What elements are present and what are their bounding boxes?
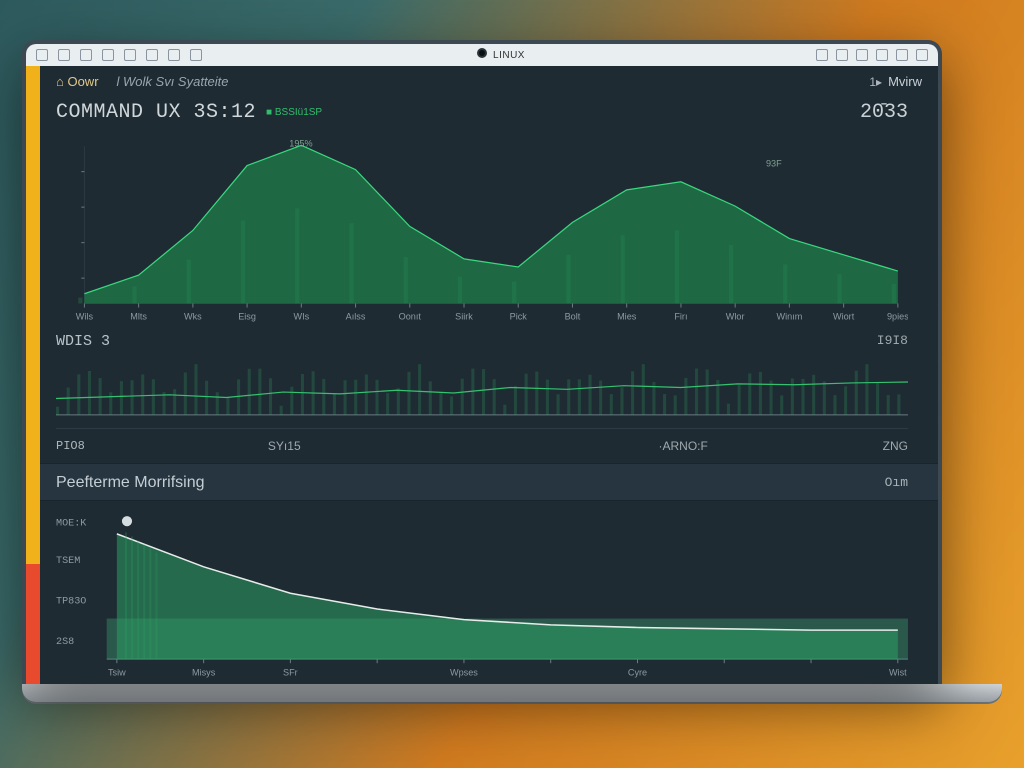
svg-text:Eisg: Eisg (238, 312, 256, 322)
svg-text:WIs: WIs (293, 312, 309, 322)
panel2: WDIS 3 I9I8 PIO8 SYı15 ·ARNO:F ZNG (26, 329, 938, 463)
panel1-status: ■ BSSIü1SP (266, 107, 322, 118)
bottom-header: Peefterme Morrifsing Oım (26, 463, 938, 501)
svg-text:SFr: SFr (283, 667, 298, 677)
bottom-left-label: MOE:K (56, 518, 87, 529)
svg-text:Wiort: Wiort (833, 312, 855, 322)
svg-text:Wils: Wils (76, 312, 94, 322)
menu-icon[interactable] (36, 49, 48, 61)
svg-text:Pick: Pick (510, 312, 528, 322)
panel1-title: COMMAND UX 3S:12 (56, 101, 256, 124)
grid-icon[interactable] (168, 49, 180, 61)
svg-text:Cyre: Cyre (628, 667, 647, 677)
svg-text:Siirk: Siirk (455, 312, 473, 322)
panel2-footer-mid2: ·ARNO:F (659, 439, 708, 453)
list-icon[interactable] (146, 49, 158, 61)
panel2-footer-left: PIO8 (56, 439, 85, 453)
svg-text:Misys: Misys (192, 667, 216, 677)
bottom-area (117, 534, 898, 659)
window-icon[interactable] (896, 49, 908, 61)
panel1-area (84, 145, 897, 303)
file-icon[interactable] (190, 49, 202, 61)
svg-text:Wpses: Wpses (450, 667, 478, 677)
panel1-chart: 195% 93F Wils Mlts Wks Eisg WIs Aılss Oonıt Sii… (26, 126, 938, 329)
bottom-legend-dot (122, 516, 132, 526)
panel2-footer-right: ZNG (883, 439, 908, 453)
bottom-svg: MOE:K TSEM TP83O 2S8 Tsiw Misys SFr Wpses Cyre… (56, 507, 908, 679)
svg-text:Bolt: Bolt (565, 312, 581, 322)
panel1-peak-label: 195% (289, 138, 312, 148)
bottom-yticks: TSEM TP83O 2S8 (56, 556, 86, 648)
svg-text:2S8: 2S8 (56, 637, 74, 648)
bottom-title: Peefterme Morrifsing (56, 474, 205, 492)
svg-text:Mies: Mies (617, 312, 637, 322)
panel2-footer-mid: SYı15 (268, 439, 301, 453)
svg-text:Wlor: Wlor (726, 312, 745, 322)
bottom-xticks: Tsiw Misys SFr Wpses Cyre Wist (108, 659, 907, 677)
panel1-value-label: 93F (766, 159, 782, 169)
arrow-icon[interactable] (102, 49, 114, 61)
code-icon[interactable] (80, 49, 92, 61)
home-breadcrumb[interactable]: ⌂ Oowr (56, 74, 99, 89)
panel2-svg (56, 352, 908, 423)
laptop-frame: LINUX ⌂ Oowr l Wolk Svı Syatteite 1▸ Mvi… (22, 40, 942, 684)
svg-text:Oonıt: Oonıt (399, 312, 422, 322)
gear-icon[interactable] (124, 49, 136, 61)
panel1-header: COMMAND UX 3S:12 ■ BSSIü1SP 20̄33 (26, 95, 938, 126)
panel2-title: WDIS 3 (56, 333, 110, 350)
laptop-base (22, 684, 1002, 702)
sync-icon[interactable] (856, 49, 868, 61)
panel2-right-value: I9I8 (877, 333, 908, 350)
panel1-svg: 195% 93F Wils Mlts Wks Eisg WIs Aılss Oonıt Sii… (56, 126, 908, 329)
app-topbar: ⌂ Oowr l Wolk Svı Syatteite 1▸ Mvirw (26, 66, 938, 95)
svg-text:Aılss: Aılss (346, 312, 366, 322)
panel1-xticks: Wils Mlts Wks Eisg WIs Aılss Oonıt Siirk Pick Bol… (76, 303, 908, 321)
svg-text:TP83O: TP83O (56, 596, 86, 607)
svg-text:9pies: 9pies (887, 312, 908, 322)
window-title: LINUX (212, 50, 806, 61)
svg-text:TSEM: TSEM (56, 556, 80, 567)
svg-text:Wist: Wist (889, 667, 907, 677)
svg-text:Mlts: Mlts (130, 312, 147, 322)
svg-text:Winım: Winım (776, 312, 802, 322)
bottom-right[interactable]: Oım (885, 475, 908, 490)
panel2-footer-row: PIO8 SYı15 ·ARNO:F ZNG (56, 428, 908, 463)
doc-icon[interactable] (58, 49, 70, 61)
help-icon[interactable] (816, 49, 828, 61)
panel2-bars (56, 364, 900, 415)
topbar-right-label[interactable]: Mvirw (888, 74, 922, 89)
app-body: ⌂ Oowr l Wolk Svı Syatteite 1▸ Mvirw COM… (26, 66, 938, 684)
svg-text:Tsiw: Tsiw (108, 667, 126, 677)
svg-text:Firı: Firı (674, 312, 687, 322)
copy-icon[interactable] (836, 49, 848, 61)
breadcrumb-text: l Wolk Svı Syatteite (117, 74, 229, 89)
more-icon[interactable] (876, 49, 888, 61)
close-icon[interactable] (916, 49, 928, 61)
bottom-chart: MOE:K TSEM TP83O 2S8 Tsiw Misys SFr Wpses Cyre… (26, 501, 938, 684)
webcam (479, 50, 485, 56)
topbar-right-num: 1▸ (869, 75, 882, 89)
panel1-year: 20̄33 (860, 101, 908, 124)
svg-text:Wks: Wks (184, 312, 202, 322)
